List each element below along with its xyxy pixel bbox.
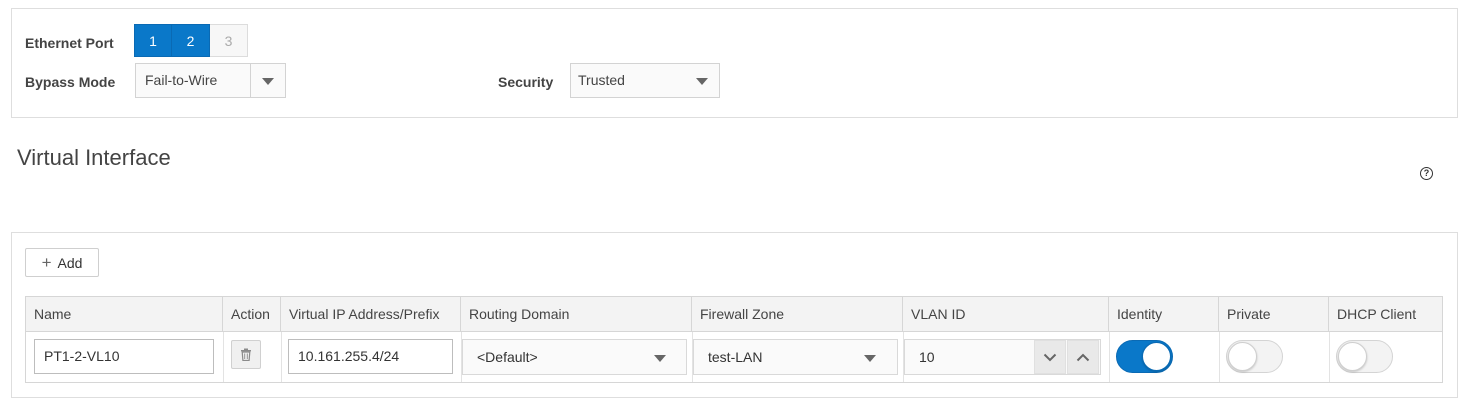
- virtual-ip-input[interactable]: 10.161.255.4/24: [288, 339, 453, 374]
- routing-domain-value: <Default>: [477, 349, 538, 365]
- bypass-mode-value: Fail-to-Wire: [145, 72, 218, 88]
- ethernet-port-1-button[interactable]: 1: [134, 24, 172, 57]
- column-divider: [1109, 332, 1110, 382]
- column-divider: [281, 332, 282, 382]
- security-label: Security: [498, 74, 554, 90]
- security-value: Trusted: [578, 72, 625, 88]
- chevron-down-icon: [654, 355, 666, 362]
- toggle-knob: [1142, 342, 1171, 371]
- chevron-down-icon: [696, 78, 708, 85]
- chevron-down-icon: [1043, 353, 1057, 361]
- chevron-down-icon: [864, 355, 876, 362]
- ethernet-port-selector: 1 2 3: [134, 24, 248, 57]
- column-header-name[interactable]: Name: [26, 297, 223, 332]
- firewall-zone-value: test-LAN: [708, 349, 763, 365]
- private-toggle[interactable]: [1226, 340, 1283, 373]
- section-title: Virtual Interface: [17, 145, 171, 170]
- column-header-firewall-zone[interactable]: Firewall Zone: [692, 297, 903, 332]
- column-header-action[interactable]: Action: [223, 297, 281, 332]
- ethernet-port-label: Ethernet Port: [25, 35, 114, 51]
- column-header-identity[interactable]: Identity: [1109, 297, 1219, 332]
- security-select[interactable]: Trusted: [570, 63, 720, 98]
- table-header: Name Action Virtual IP Address/Prefix Ro…: [26, 297, 1442, 332]
- trash-icon: [241, 348, 251, 361]
- bypass-mode-select[interactable]: Fail-to-Wire: [135, 63, 286, 98]
- delete-row-button[interactable]: [231, 340, 261, 369]
- firewall-zone-select[interactable]: test-LAN: [693, 339, 898, 375]
- column-header-private[interactable]: Private: [1219, 297, 1329, 332]
- column-header-vlan-id[interactable]: VLAN ID: [903, 297, 1109, 332]
- column-divider: [1219, 332, 1220, 382]
- column-header-routing-domain[interactable]: Routing Domain: [461, 297, 692, 332]
- bypass-mode-label: Bypass Mode: [25, 74, 116, 90]
- help-icon[interactable]: ?: [1420, 167, 1433, 180]
- vlan-decrement-button[interactable]: [1034, 340, 1066, 374]
- identity-toggle[interactable]: [1116, 340, 1173, 373]
- ethernet-port-3-button[interactable]: 3: [210, 24, 248, 57]
- routing-domain-select[interactable]: <Default>: [462, 339, 687, 375]
- dhcp-client-toggle[interactable]: [1336, 340, 1393, 373]
- add-button[interactable]: + Add: [25, 248, 99, 277]
- plus-icon: +: [41, 253, 52, 272]
- chevron-down-icon: [262, 78, 274, 85]
- vlan-increment-button[interactable]: [1067, 340, 1099, 374]
- ethernet-port-2-button[interactable]: 2: [172, 24, 210, 57]
- column-divider: [223, 332, 224, 382]
- add-button-label: Add: [57, 254, 83, 271]
- vlan-id-value: 10: [919, 349, 935, 365]
- toggle-knob: [1228, 342, 1257, 371]
- column-header-ip[interactable]: Virtual IP Address/Prefix: [281, 297, 461, 332]
- bypass-mode-divider: [250, 64, 251, 97]
- name-input[interactable]: PT1-2-VL10: [34, 339, 214, 374]
- column-divider: [1329, 332, 1330, 382]
- toggle-knob: [1338, 342, 1367, 371]
- column-header-dhcp-client[interactable]: DHCP Client: [1329, 297, 1442, 332]
- chevron-up-icon: [1076, 353, 1090, 361]
